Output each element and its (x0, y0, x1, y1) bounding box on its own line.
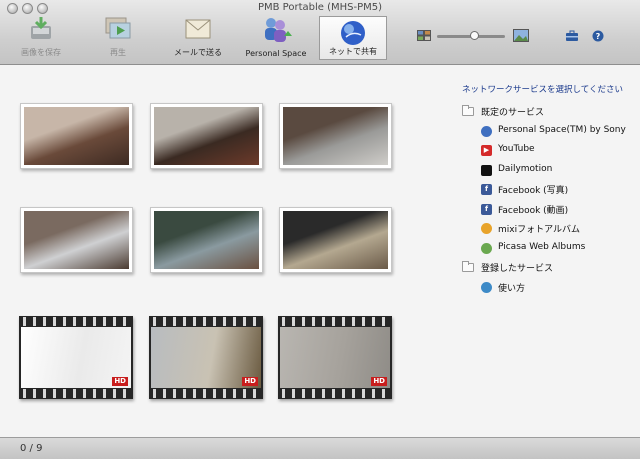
facebook-icon: f (481, 184, 492, 195)
slider-knob[interactable] (470, 31, 479, 40)
photo-thumbnail[interactable] (20, 207, 133, 273)
hd-badge: HD (112, 377, 128, 386)
photo-thumbnail[interactable] (150, 207, 263, 273)
app-window: PMB Portable (MHS-PM5) 画像を保存 再生 メールで送る P… (0, 0, 640, 459)
personal-space-label: Personal Space (245, 49, 307, 58)
service-section-title[interactable]: 既定のサービス (481, 105, 544, 118)
service-item[interactable]: mixiフォトアルバム (498, 222, 580, 235)
send-mail-button[interactable]: メールで送る (164, 14, 232, 60)
small-thumbnail-icon[interactable] (417, 30, 431, 41)
folder-icon (462, 261, 474, 272)
help-globe-icon (481, 281, 492, 293)
video-thumbnail[interactable]: HD (19, 316, 133, 399)
item-count: 0 / 9 (20, 443, 43, 454)
personal-space-icon (481, 125, 492, 137)
mixi-icon (481, 223, 492, 234)
video-thumbnail[interactable]: HD (149, 316, 263, 399)
service-item[interactable]: Personal Space(TM) by Sony (498, 125, 626, 135)
film-perforation-top (278, 317, 392, 326)
photo-thumbnail[interactable] (279, 207, 392, 273)
photo-image (283, 211, 388, 269)
large-thumbnail-icon[interactable] (513, 29, 529, 42)
service-item[interactable]: YouTube (498, 144, 535, 154)
photo-image (154, 211, 259, 269)
service-item[interactable]: Facebook (動画) (498, 203, 568, 216)
svg-text:?: ? (596, 32, 601, 41)
net-share-button[interactable]: ネットで共有 (319, 16, 387, 60)
toolbox-icon[interactable] (565, 30, 579, 42)
film-perforation-bottom (278, 389, 392, 398)
play-label: 再生 (110, 48, 126, 57)
film-perforation-top (149, 317, 263, 326)
service-section-title[interactable]: 登録したサービス (481, 261, 553, 274)
facebook-icon: f (481, 203, 492, 215)
photo-thumbnail[interactable] (279, 103, 392, 169)
status-bar: 0 / 9 (0, 437, 640, 459)
hd-badge: HD (242, 377, 258, 386)
photo-image (283, 107, 388, 165)
personal-space-button[interactable]: Personal Space (242, 14, 310, 60)
folder-icon (462, 105, 474, 116)
service-item[interactable]: Picasa Web Albums (498, 242, 585, 252)
picasa-icon (481, 242, 492, 254)
service-item[interactable]: Dailymotion (498, 164, 552, 174)
content-area: HD HD HD ネットワークサービスを選択してください 既定のサービス Person… (0, 65, 640, 437)
dailymotion-icon (481, 164, 492, 176)
save-image-label: 画像を保存 (21, 48, 61, 57)
toolbar: PMB Portable (MHS-PM5) 画像を保存 再生 メールで送る P… (0, 0, 640, 65)
net-share-label: ネットで共有 (329, 47, 377, 56)
film-perforation-bottom (149, 389, 263, 398)
photo-image (24, 211, 129, 269)
film-perforation-bottom (19, 389, 133, 398)
service-item[interactable]: 使い方 (498, 281, 525, 294)
globe-share-icon (341, 21, 365, 45)
save-image-button[interactable]: 画像を保存 (7, 14, 75, 60)
photo-image (154, 107, 259, 165)
play-button[interactable]: 再生 (84, 14, 152, 60)
help-icon[interactable]: ? (592, 30, 604, 42)
send-mail-label: メールで送る (174, 48, 222, 57)
video-thumbnail[interactable]: HD (278, 316, 392, 399)
service-item[interactable]: Facebook (写真) (498, 183, 568, 196)
services-header: ネットワークサービスを選択してください (462, 85, 623, 95)
play-slideshow-icon (105, 17, 131, 39)
hd-badge: HD (371, 377, 387, 386)
photo-image (24, 107, 129, 165)
save-image-icon (31, 17, 51, 39)
photo-thumbnail[interactable] (20, 103, 133, 169)
film-perforation-top (19, 317, 133, 326)
personal-space-icon (265, 18, 292, 42)
mail-envelope-icon (185, 19, 211, 39)
youtube-icon: ▶ (481, 145, 492, 156)
window-title: PMB Portable (MHS-PM5) (257, 2, 383, 13)
photo-thumbnail[interactable] (150, 103, 263, 169)
